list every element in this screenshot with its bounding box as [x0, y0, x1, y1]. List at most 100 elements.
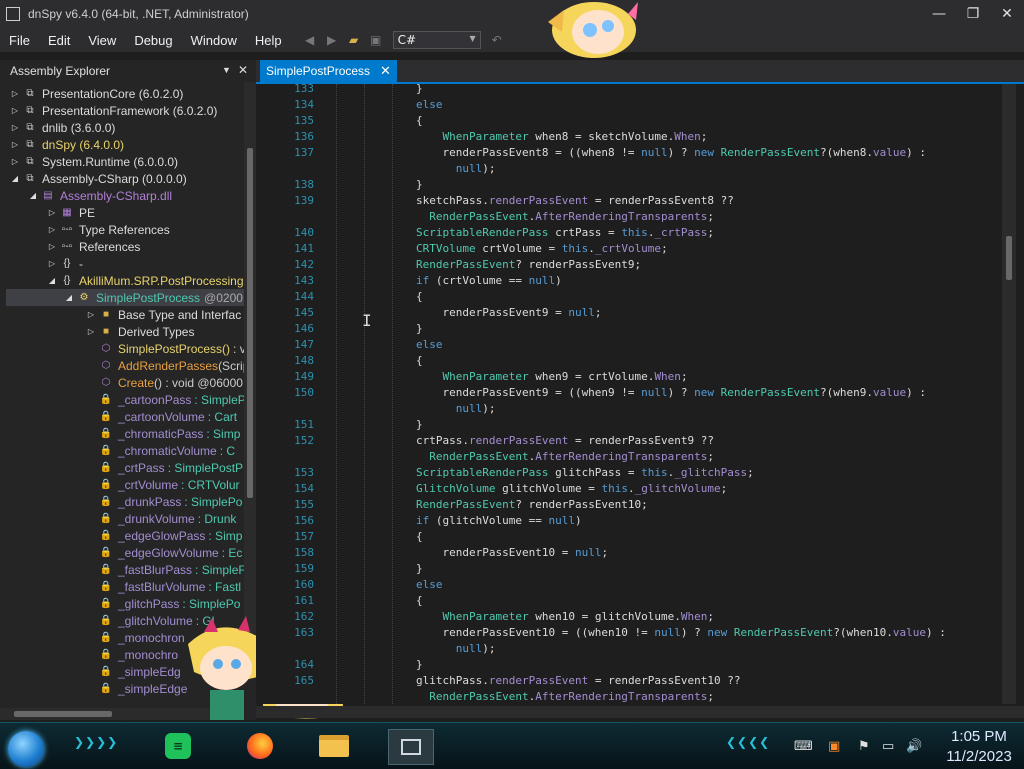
tree-item[interactable]: ▷ ▦ PE	[47, 204, 95, 221]
tree-item[interactable]: 🔒 _edgeGlowVolume: Ec	[99, 544, 243, 561]
expand-arrow-icon[interactable]: ▷	[10, 123, 20, 132]
editor-vertical-scrollbar[interactable]	[1002, 84, 1016, 704]
tree-item[interactable]: ▷ ⧉ PresentationFramework (6.0.2.0)	[10, 102, 217, 119]
tree-item[interactable]: 🔒 _monochron	[99, 629, 185, 646]
menu-help[interactable]: Help	[246, 33, 291, 48]
notes-app-icon[interactable]: ≡	[156, 729, 200, 763]
tree-item[interactable]: 🔒 _edgeGlowPass: Simp	[99, 527, 243, 544]
panel-close-icon[interactable]: ✕	[238, 63, 248, 77]
tree-item[interactable]: ◢ ▤ Assembly-CSharp.dll	[28, 187, 172, 204]
code-line: 163 renderPassEvent10 = ((when10 != null…	[256, 626, 996, 642]
minimize-button[interactable]: —	[922, 0, 956, 28]
expand-arrow-icon[interactable]: ▷	[47, 208, 57, 217]
menu-view[interactable]: View	[79, 33, 125, 48]
expand-arrow-icon[interactable]: ▷	[47, 242, 57, 251]
menu-file[interactable]: File	[0, 33, 39, 48]
tree-item[interactable]: ▷ {} -	[47, 255, 83, 272]
menu-window[interactable]: Window	[182, 33, 246, 48]
tab-close-icon[interactable]: ✕	[380, 63, 391, 79]
expand-arrow-icon[interactable]: ▷	[86, 310, 96, 319]
tree-item[interactable]: ⬡ SimplePostProcess(): v	[99, 340, 244, 357]
forward-icon[interactable]: ▶	[324, 32, 340, 48]
code-text: renderPassEvent10 = ((when10 != null) ? …	[416, 626, 946, 639]
code-text: renderPassEvent10 = null;	[416, 546, 609, 559]
tree-item[interactable]: 🔒 _fastBlurPass: SimpleF	[99, 561, 244, 578]
start-button[interactable]	[8, 731, 44, 767]
clock-date[interactable]: 11/2/2023	[936, 748, 1022, 765]
keyboard-icon[interactable]: ⌨	[794, 739, 813, 754]
expand-arrow-icon[interactable]: ▷	[86, 327, 96, 336]
tree-item[interactable]: 🔒 _crtPass: SimplePostP	[99, 459, 243, 476]
tree-item[interactable]: ▷ ⧉ PresentationCore (6.0.2.0)	[10, 85, 184, 102]
assembly-icon: ⧉	[26, 139, 34, 150]
tree-item[interactable]: 🔒 _cartoonPass: SimpleP	[99, 391, 244, 408]
expand-arrow-icon[interactable]: ▷	[47, 225, 57, 234]
tree-item-signature: (Scrip	[218, 358, 244, 373]
tree-item[interactable]: ◢ ⧉ Assembly-CSharp (0.0.0.0)	[10, 170, 187, 187]
tree-item[interactable]: 🔒 _monochro	[99, 646, 178, 663]
collapse-arrow-icon[interactable]: ◢	[64, 293, 74, 302]
private-field-icon: 🔒	[99, 666, 113, 677]
tree-item[interactable]: ▷ ⧉ dnlib (3.6.0.0)	[10, 119, 115, 136]
code-editor[interactable]: 133} 134 else 135{136 WhenParameter when8 =…	[256, 84, 1000, 704]
tree-item-type: : SimplePo	[184, 494, 243, 509]
open-folder-icon[interactable]: ▰	[346, 32, 362, 48]
collapse-arrow-icon[interactable]: ◢	[28, 191, 38, 200]
tree-item[interactable]: 🔒 _fastBlurVolume: Fastl	[99, 578, 241, 595]
tree-item[interactable]: ⬡ Create() : void @06000	[99, 374, 243, 391]
tree-item-label: PE	[79, 205, 96, 220]
panel-menu-icon[interactable]: ▼	[222, 65, 231, 75]
volume-icon[interactable]: 🔊	[906, 739, 922, 754]
maximize-button[interactable]: ❐	[956, 0, 990, 28]
tree-item[interactable]: 🔒 _cartoonVolume: Cart	[99, 408, 237, 425]
clock-time[interactable]: 1:05 PM	[944, 728, 1014, 745]
tree-item[interactable]: ▷ ⧉ System.Runtime (6.0.0.0)	[10, 153, 178, 170]
tree-item[interactable]: 🔒 _chromaticVolume: C	[99, 442, 235, 459]
expand-arrow-icon[interactable]: ▷	[10, 157, 20, 166]
app-tray-icon[interactable]: ▣	[828, 739, 840, 754]
scrollbar-thumb[interactable]	[1006, 236, 1012, 280]
flag-icon[interactable]: ⚑	[858, 739, 870, 754]
undo-icon[interactable]: ↶	[489, 32, 505, 48]
expand-arrow-icon[interactable]: ▷	[10, 89, 20, 98]
expand-arrow-icon[interactable]: ▷	[10, 106, 20, 115]
firefox-icon[interactable]	[238, 729, 282, 763]
file-explorer-icon[interactable]	[312, 729, 356, 763]
tree-item[interactable]: 🔒 _drunkPass: SimplePo	[99, 493, 243, 510]
tree-item[interactable]: 🔒 _chromaticPass: Simp	[99, 425, 241, 442]
save-icon[interactable]: ▣	[368, 32, 384, 48]
tree-item[interactable]: ⬡ AddRenderPasses(Scrip	[99, 357, 244, 374]
line-number: 152	[294, 434, 314, 447]
expand-arrow-icon[interactable]: ▷	[10, 140, 20, 149]
tree-item[interactable]: ▷ ■ Base Type and Interfac	[86, 306, 241, 323]
collapse-arrow-icon[interactable]: ◢	[47, 276, 57, 285]
tab-simplepostprocess[interactable]: SimplePostProcess ✕	[260, 60, 397, 82]
tree-item[interactable]: ◢ {} AkilliMum.SRP.PostProcessing	[47, 272, 244, 289]
language-select[interactable]: C# ▼	[392, 31, 481, 49]
tree-item[interactable]: 🔒 _simpleEdg	[99, 663, 181, 680]
tree-item[interactable]: 🔒 _crtVolume: CRTVolur	[99, 476, 240, 493]
line-number: 159	[294, 562, 314, 575]
tree-item[interactable]: 🔒 _simpleEdge	[99, 680, 188, 697]
scrollbar-thumb[interactable]	[14, 711, 112, 717]
tree-item[interactable]: ▷ ▫-▫ Type References	[47, 221, 170, 238]
collapse-arrow-icon[interactable]: ◢	[10, 174, 20, 183]
tree-vertical-scrollbar[interactable]	[244, 82, 256, 652]
editor-horizontal-scrollbar[interactable]	[256, 706, 1024, 718]
menu-debug[interactable]: Debug	[125, 33, 181, 48]
tree-item-selected[interactable]: ◢ ⚙ SimplePostProcess @0200	[6, 289, 244, 306]
tree-item-label: _edgeGlowVolume	[118, 545, 219, 560]
tree-item[interactable]: ▷ ■ Derived Types	[86, 323, 195, 340]
back-icon[interactable]: ◀	[302, 32, 318, 48]
network-icon[interactable]: ▭	[882, 739, 894, 754]
tree-item[interactable]: 🔒 _glitchPass: SimplePo	[99, 595, 241, 612]
task-view-icon[interactable]	[388, 729, 434, 765]
tree-item[interactable]: ▷ ⧉ dnSpy (6.4.0.0)	[10, 136, 124, 153]
line-number: 139	[294, 194, 314, 207]
tree-item[interactable]: 🔒 _drunkVolume: Drunk	[99, 510, 237, 527]
scrollbar-thumb[interactable]	[247, 148, 253, 498]
tree-item[interactable]: ▷ ▫-▫ References	[47, 238, 140, 255]
expand-arrow-icon[interactable]: ▷	[47, 259, 57, 268]
menu-edit[interactable]: Edit	[39, 33, 79, 48]
close-button[interactable]: ✕	[990, 0, 1024, 28]
